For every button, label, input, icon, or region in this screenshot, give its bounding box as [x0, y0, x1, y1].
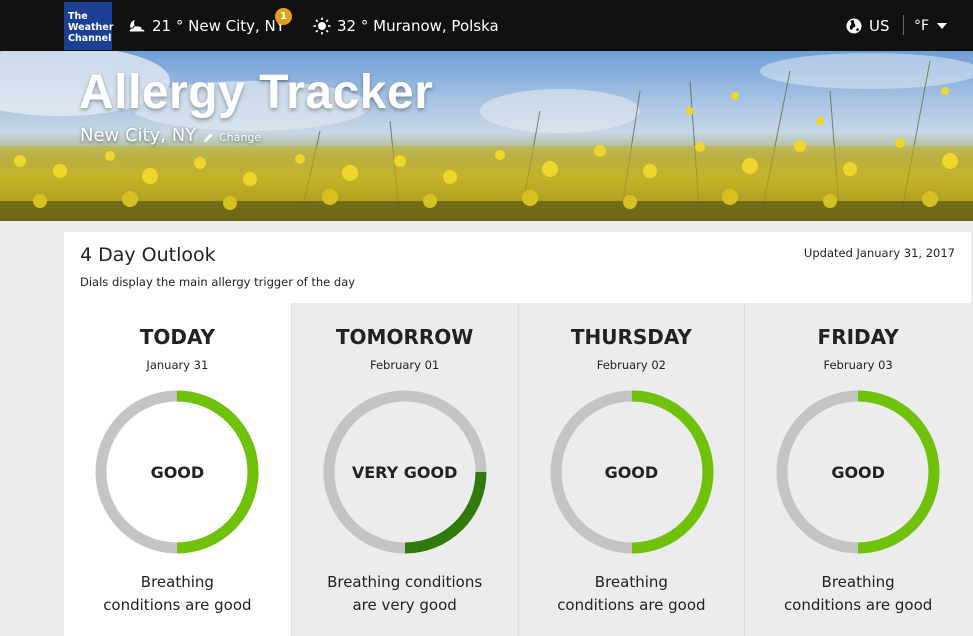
description-line: conditions are good	[783, 596, 933, 614]
description-line: Breathing	[821, 573, 895, 591]
current-city: New City, NY	[80, 125, 197, 146]
sun-icon	[313, 17, 331, 34]
description-line: conditions are good	[557, 596, 706, 614]
partly-cloudy-night-icon	[128, 19, 146, 32]
logo-line: Weather	[68, 22, 114, 33]
day-date: February 01	[370, 358, 440, 372]
day-description: Breathing conditions are good	[755, 571, 961, 617]
page-title: Allergy Tracker	[79, 66, 434, 119]
description-line: Breathing conditions	[327, 573, 483, 591]
day-name: FRIDAY	[817, 325, 899, 349]
day-list: TODAY January 31 GOOD Breathing conditio…	[64, 303, 971, 636]
day-date: February 03	[823, 358, 893, 372]
location-name: New City, NY	[188, 16, 285, 35]
change-label: Change	[219, 131, 262, 144]
outlook-subtitle: Dials display the main allergy trigger o…	[80, 275, 356, 289]
description-line: Breathing	[140, 573, 214, 591]
unit-selector[interactable]: °F	[914, 0, 948, 51]
allergy-level: GOOD	[150, 463, 205, 482]
updated-timestamp: Updated January 31, 2017	[803, 246, 955, 260]
day-card-thursday[interactable]: THURSDAY February 02 GOOD Breathing cond…	[517, 303, 745, 636]
allergy-level: GOOD	[604, 463, 659, 482]
day-name: THURSDAY	[570, 325, 692, 349]
description-line: conditions are good	[103, 596, 252, 614]
pencil-icon	[204, 133, 213, 142]
outlook-title: 4 Day Outlook	[80, 244, 216, 266]
country-label: US	[869, 16, 890, 35]
unit-label: °F	[914, 17, 930, 34]
saved-location-muranow[interactable]: 32 ° Muranow, Polska	[313, 0, 499, 51]
top-bar: The Weather Channel 21 ° New City, NY 1 …	[0, 0, 973, 51]
weather-channel-logo[interactable]: The Weather Channel	[64, 2, 114, 50]
day-date: February 02	[596, 358, 666, 372]
globe-icon	[846, 18, 862, 33]
day-date: January 31	[146, 358, 209, 372]
day-description: Breathing conditions are good	[529, 571, 735, 617]
country-selector[interactable]: US	[846, 0, 890, 51]
day-card-tomorrow[interactable]: TOMORROW February 01 VERY GOOD Breathing…	[290, 303, 518, 636]
allergy-level: GOOD	[831, 463, 885, 482]
outlook-card: 4 Day Outlook Dials display the main all…	[64, 232, 971, 636]
location-temp: 32 °	[337, 16, 369, 35]
day-description: Breathing conditions are very good	[302, 571, 508, 617]
location-temp: 21 °	[152, 16, 184, 35]
day-name: TOMORROW	[335, 325, 474, 349]
saved-location-new-city[interactable]: 21 ° New City, NY	[126, 0, 285, 51]
description-line: are very good	[352, 596, 457, 614]
logo-line: Channel	[68, 33, 112, 44]
change-location-link[interactable]: Change	[203, 131, 261, 144]
logo-line: The	[68, 11, 88, 22]
allergy-level: VERY GOOD	[351, 463, 458, 482]
day-card-friday[interactable]: FRIDAY February 03 GOOD Breathing condit…	[744, 303, 971, 636]
day-name: TODAY	[139, 325, 216, 349]
description-line: Breathing	[594, 573, 668, 591]
divider	[903, 15, 904, 35]
chevron-down-icon	[937, 22, 948, 29]
day-card-today[interactable]: TODAY January 31 GOOD Breathing conditio…	[64, 303, 291, 636]
location-name: Muranow, Polska	[373, 16, 499, 35]
alert-badge[interactable]: 1	[275, 8, 292, 25]
hero-banner: Allergy Tracker New City, NY Change	[0, 51, 973, 221]
day-description: Breathing conditions are good	[74, 571, 281, 617]
